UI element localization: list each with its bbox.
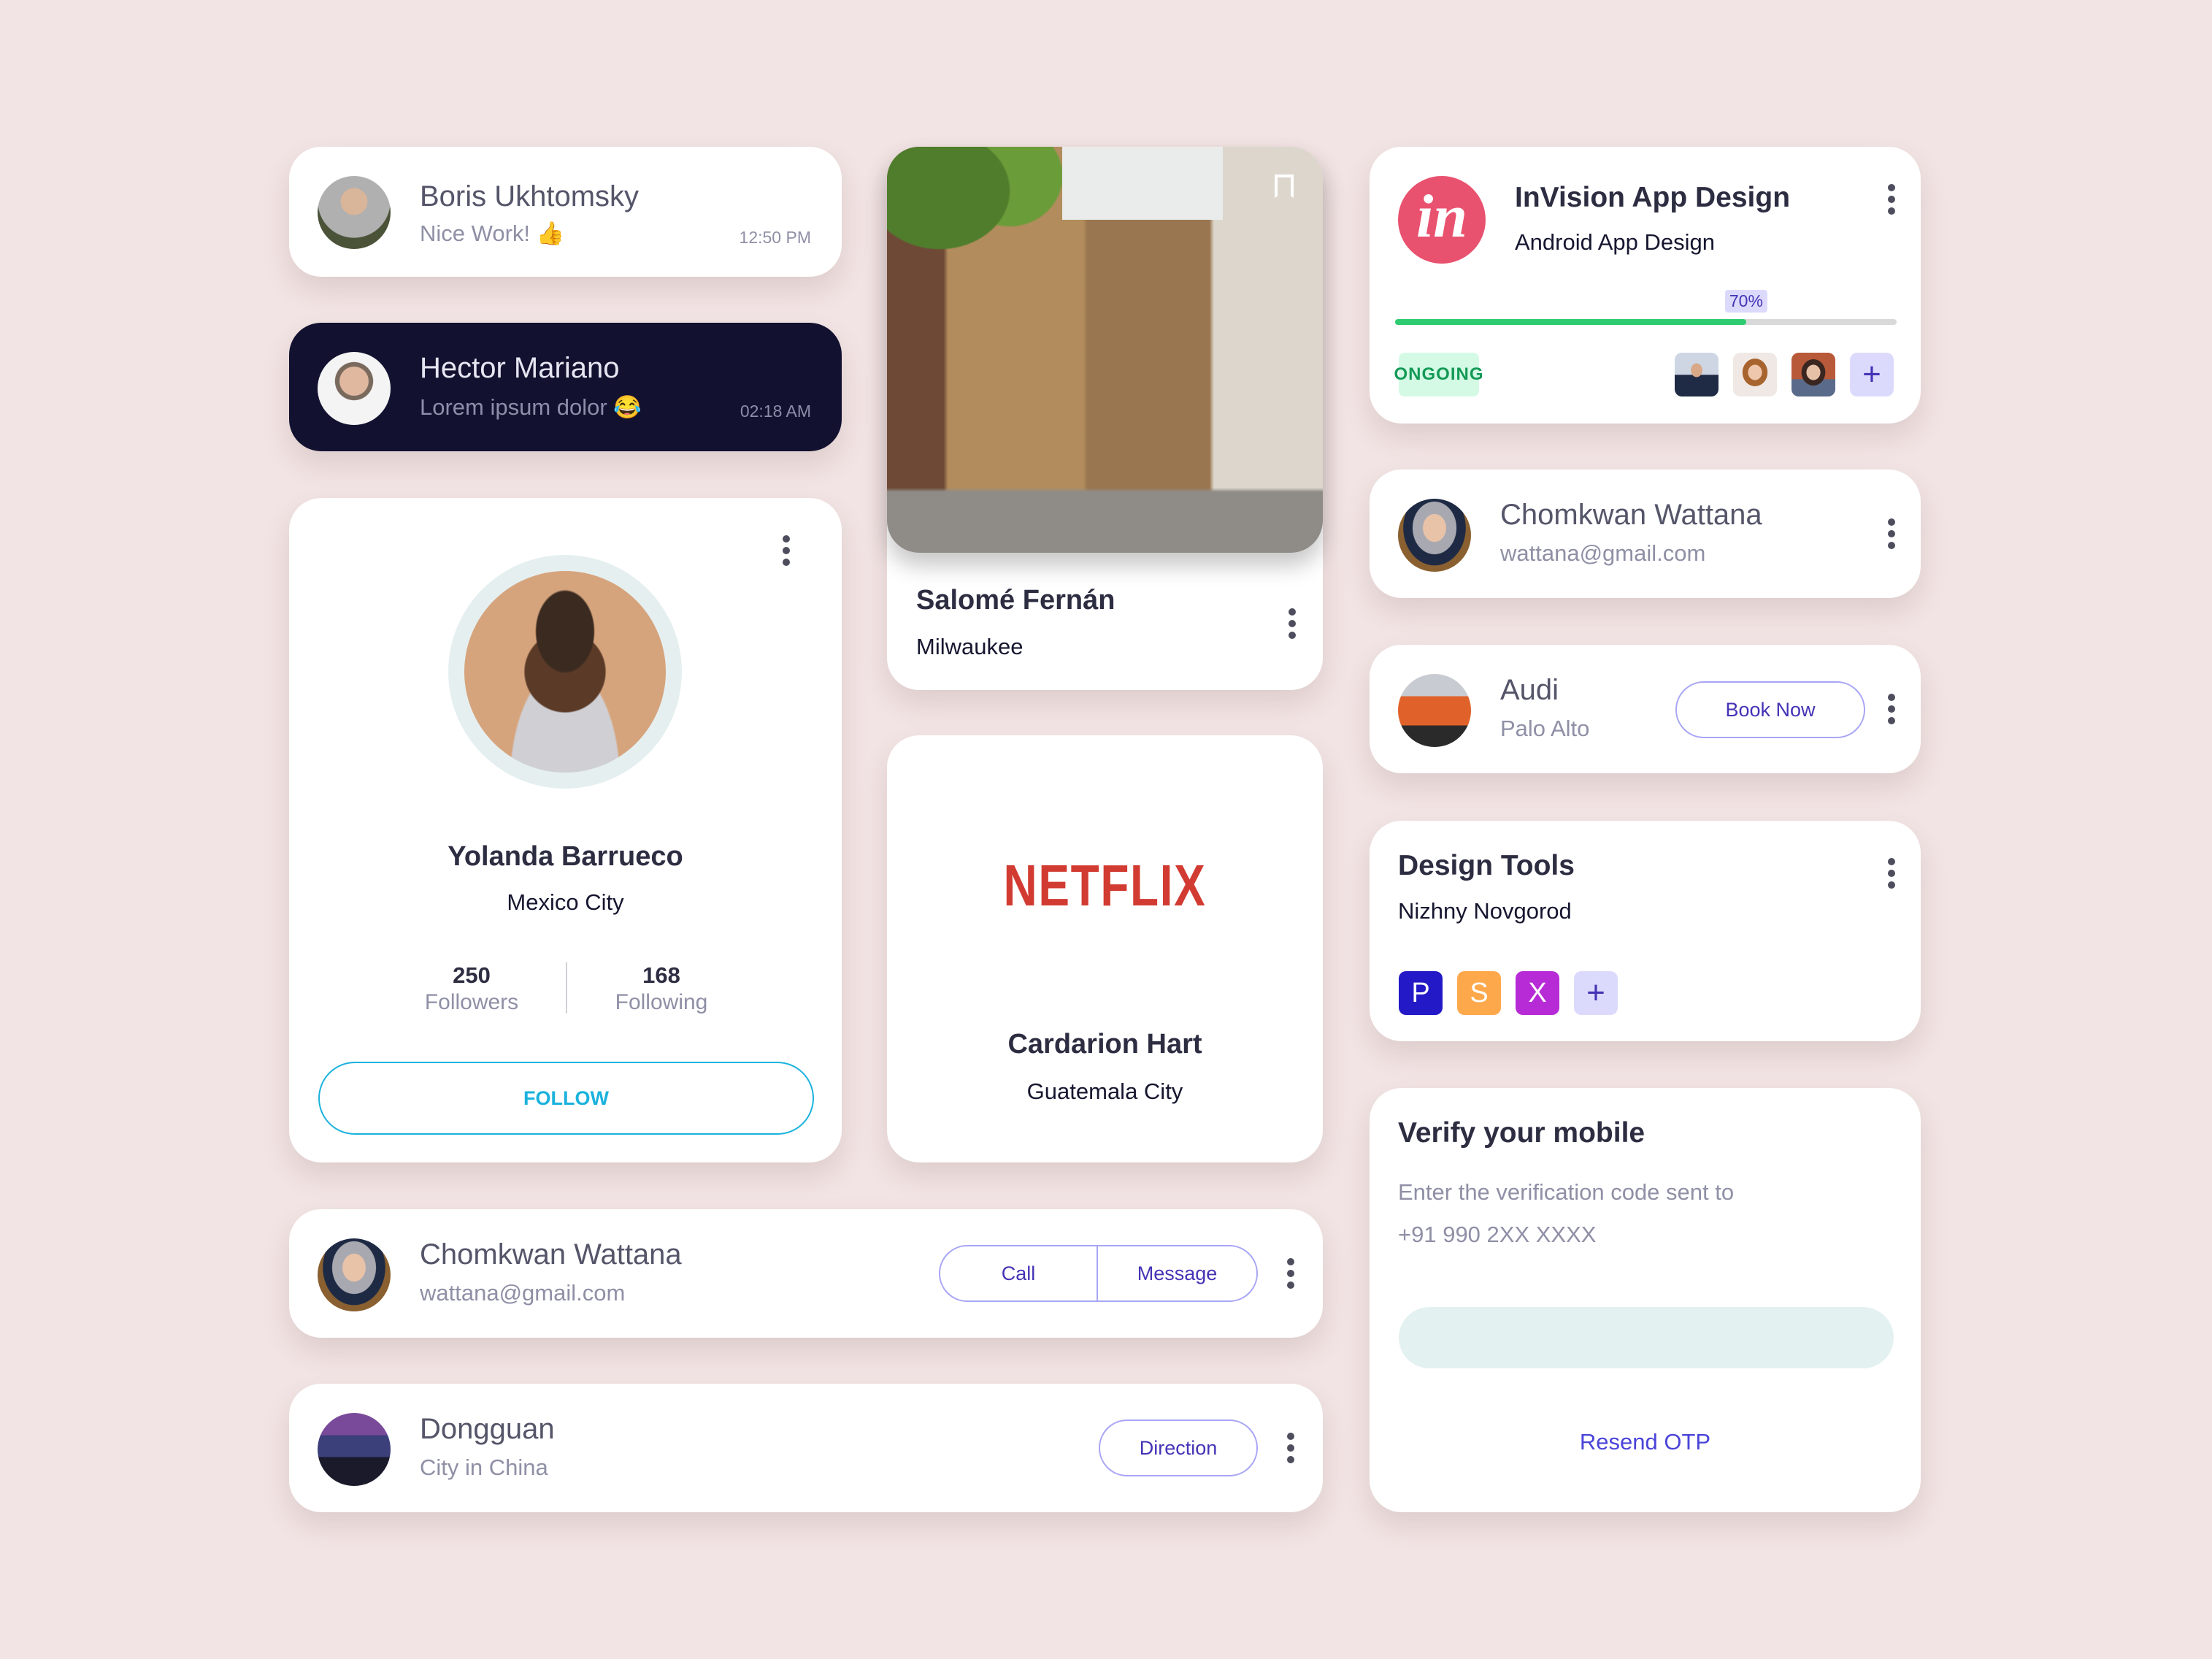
verify-card: Verify your mobile Enter the verificatio…	[1370, 1088, 1921, 1512]
contact-email: wattana@gmail.com	[420, 1280, 626, 1306]
avatar	[318, 1238, 391, 1311]
design-tools-location: Nizhny Novgorod	[1398, 898, 1572, 924]
follow-button[interactable]: FOLLOW	[318, 1062, 814, 1135]
bookmark-icon[interactable]	[1275, 175, 1294, 198]
chat-timestamp: 02:18 AM	[740, 402, 811, 421]
more-options-icon[interactable]	[1881, 514, 1902, 553]
netflix-card-location: Guatemala City	[1026, 1078, 1183, 1104]
booking-location: Palo Alto	[1500, 716, 1590, 741]
photo-card: Salomé Fernán Milwaukee	[887, 147, 1323, 690]
progress-fill	[1395, 319, 1746, 325]
project-card: in InVision App Design Android App Desig…	[1370, 147, 1921, 424]
direction-button[interactable]: Direction	[1099, 1419, 1258, 1476]
profile-location: Mexico City	[507, 889, 624, 915]
chat-sender-name: Hector Mariano	[420, 352, 620, 384]
more-options-icon[interactable]	[775, 531, 797, 570]
place-name: Dongguan	[420, 1413, 555, 1445]
chat-card-hector[interactable]: Hector Mariano Lorem ipsum dolor 😂 02:18…	[289, 323, 842, 451]
tree-foliage	[887, 147, 1062, 293]
following-count: 168	[642, 962, 680, 988]
profile-avatar-ring	[448, 555, 682, 789]
tool-s-icon[interactable]: S	[1457, 971, 1501, 1015]
avatar	[318, 352, 391, 425]
verify-title: Verify your mobile	[1398, 1117, 1645, 1149]
avatar	[1398, 499, 1471, 572]
following-label: Following	[615, 990, 708, 1014]
chat-message-preview: Nice Work! 👍	[420, 221, 565, 246]
progress-label: 70%	[1729, 291, 1763, 310]
design-tools-card: Design Tools Nizhny Novgorod P S X +	[1370, 821, 1921, 1041]
progress-tooltip: 70%	[1724, 290, 1767, 313]
more-options-icon[interactable]	[1280, 1428, 1302, 1468]
netflix-logo: NETFLIX	[1003, 853, 1207, 918]
progress-bar: 70%	[1395, 290, 1897, 325]
invision-logo: in	[1398, 176, 1486, 264]
booking-name: Audi	[1500, 674, 1559, 706]
more-options-icon[interactable]	[1881, 689, 1902, 729]
place-card: Dongguan City in China Direction	[289, 1384, 1323, 1512]
followers-label: Followers	[424, 990, 519, 1014]
profile-name: Yolanda Barrueco	[448, 841, 683, 872]
street-photo[interactable]	[887, 147, 1323, 553]
booking-card: Audi Palo Alto Book Now	[1370, 645, 1921, 773]
contact-name: Chomkwan Wattana	[420, 1238, 682, 1271]
status-badge: ONGOING	[1394, 353, 1483, 396]
call-button[interactable]: Call	[940, 1246, 1098, 1300]
add-member-button[interactable]: +	[1850, 353, 1894, 396]
chat-sender-name: Boris Ukhtomsky	[420, 180, 640, 212]
chat-card-boris[interactable]: Boris Ukhtomsky Nice Work! 👍 12:50 PM	[289, 147, 842, 277]
contact-card-right: Chomkwan Wattana wattana@gmail.com	[1370, 470, 1921, 598]
place-subtitle: City in China	[420, 1455, 548, 1480]
tool-x-icon[interactable]: X	[1516, 971, 1559, 1015]
tools-row: P S X +	[1399, 971, 1618, 1015]
call-message-group: Call Message	[939, 1245, 1258, 1302]
more-options-icon[interactable]	[1280, 1254, 1302, 1293]
avatar	[318, 1413, 391, 1486]
contact-name: Chomkwan Wattana	[1500, 499, 1762, 531]
book-now-button[interactable]: Book Now	[1675, 681, 1865, 738]
project-subtitle: Android App Design	[1515, 229, 1716, 255]
profile-card: Yolanda Barrueco Mexico City 250 Followe…	[289, 498, 842, 1162]
contact-email: wattana@gmail.com	[1500, 540, 1706, 566]
chat-timestamp: 12:50 PM	[739, 228, 811, 247]
message-button[interactable]: Message	[1098, 1246, 1256, 1300]
member-avatar[interactable]	[1675, 353, 1718, 396]
more-options-icon[interactable]	[1881, 180, 1902, 219]
resend-otp-link[interactable]: Resend OTP	[1370, 1429, 1921, 1455]
otp-code-input[interactable]	[1399, 1307, 1894, 1368]
more-options-icon[interactable]	[1281, 604, 1303, 643]
project-title: InVision App Design	[1515, 182, 1791, 213]
followers-count: 250	[453, 962, 491, 988]
followers-stat: 250 Followers	[377, 962, 567, 1015]
chat-message-preview: Lorem ipsum dolor 😂	[420, 394, 642, 420]
invision-logo-text: in	[1416, 182, 1468, 250]
following-stat: 168 Following	[567, 962, 756, 1015]
verify-instruction: Enter the verification code sent to	[1398, 1179, 1735, 1205]
plus-icon: +	[1862, 356, 1881, 392]
avatar	[1398, 674, 1471, 747]
photo-card-name: Salomé Fernán	[916, 585, 1115, 616]
netflix-card: NETFLIX Cardarion Hart Guatemala City	[887, 735, 1323, 1162]
photo-card-location: Milwaukee	[916, 634, 1024, 659]
team-members: +	[1675, 353, 1894, 396]
contact-card-bottom: Chomkwan Wattana wattana@gmail.com Call …	[289, 1209, 1323, 1338]
more-options-icon[interactable]	[1881, 854, 1902, 893]
avatar	[318, 176, 391, 249]
add-tool-button[interactable]: +	[1574, 971, 1618, 1015]
netflix-card-name: Cardarion Hart	[1007, 1029, 1202, 1060]
avatar	[464, 571, 666, 773]
member-avatar[interactable]	[1733, 353, 1777, 396]
member-avatar[interactable]	[1792, 353, 1835, 396]
verify-phone: +91 990 2XX XXXX	[1398, 1222, 1597, 1247]
design-tools-title: Design Tools	[1398, 850, 1575, 881]
tool-p-icon[interactable]: P	[1399, 971, 1443, 1015]
sky	[1062, 147, 1223, 220]
